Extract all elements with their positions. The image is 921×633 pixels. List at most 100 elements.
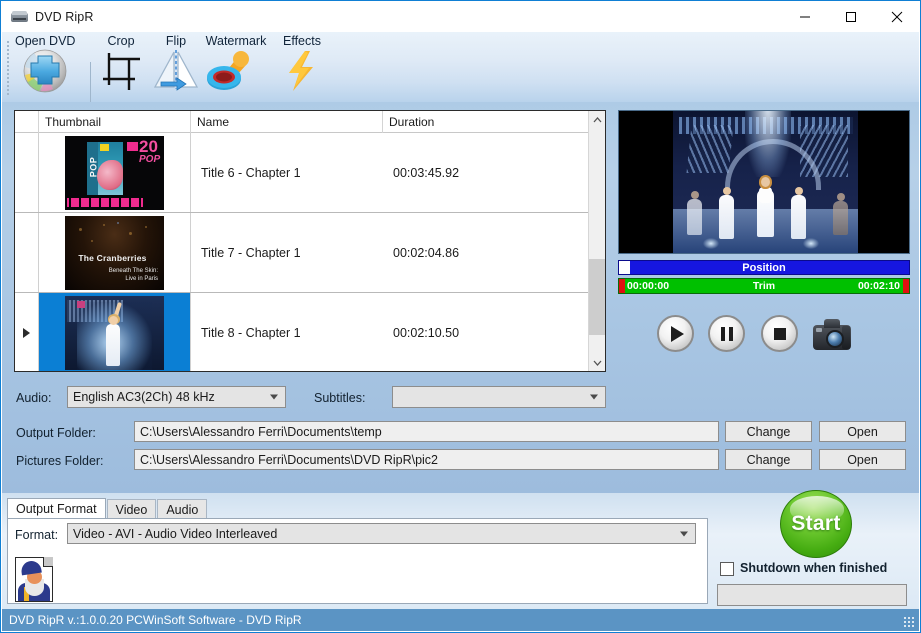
thumbnail-stage-singer bbox=[65, 295, 164, 370]
scrollbar-thumb[interactable] bbox=[589, 259, 605, 335]
row-thumbnail bbox=[39, 293, 191, 371]
row-duration: 00:03:45.92 bbox=[393, 165, 460, 180]
pictures-open-button[interactable]: Open bbox=[819, 449, 906, 470]
position-label: Position bbox=[742, 261, 786, 274]
output-folder-label: Output Folder: bbox=[16, 426, 96, 440]
toolbar-crop-label: Crop bbox=[107, 34, 135, 48]
maximize-button[interactable] bbox=[828, 1, 874, 32]
thumbnail-mtv-20-pop: 20 POP 20 POP bbox=[65, 135, 164, 210]
tab-video[interactable]: Video bbox=[106, 499, 157, 519]
toolbar-flip[interactable]: Flip bbox=[151, 34, 201, 98]
tab-audio[interactable]: Audio bbox=[157, 499, 208, 519]
thumb-mtv-pop-text: POP bbox=[139, 153, 161, 165]
row-thumbnail: 20 POP 20 POP bbox=[39, 133, 191, 212]
dvd-plus-icon bbox=[19, 49, 71, 98]
window-controls bbox=[782, 1, 920, 32]
format-label: Format: bbox=[15, 528, 59, 542]
scroll-down-icon[interactable] bbox=[589, 354, 605, 371]
pause-button[interactable] bbox=[708, 315, 745, 352]
shutdown-checkbox[interactable] bbox=[720, 562, 734, 576]
trim-end-time: 00:02:10 bbox=[857, 280, 900, 292]
chevron-down-icon bbox=[680, 531, 688, 536]
camera-icon bbox=[826, 330, 844, 348]
row-duration: 00:02:10.50 bbox=[393, 325, 460, 340]
column-header-indicator[interactable] bbox=[15, 111, 39, 133]
pictures-folder-value: C:\Users\Alessandro Ferri\Documents\DVD … bbox=[140, 452, 439, 467]
title-list[interactable]: Thumbnail Name Duration 20 POP 20 bbox=[14, 110, 606, 372]
row-indicator bbox=[15, 133, 39, 212]
subtitles-select[interactable] bbox=[392, 386, 606, 408]
start-button[interactable]: Start bbox=[780, 490, 852, 558]
start-button-label: Start bbox=[791, 512, 841, 535]
column-header-thumbnail[interactable]: Thumbnail bbox=[39, 111, 191, 133]
current-row-arrow-icon bbox=[23, 327, 30, 338]
tab-output-format[interactable]: Output Format bbox=[7, 498, 106, 519]
table-row[interactable]: 20 POP 20 POP Title 6 - Chapter 1 bbox=[15, 133, 605, 213]
table-row[interactable]: Title 8 - Chapter 1 00:02:10.50 bbox=[15, 293, 605, 371]
toolbar-open-dvd[interactable]: Open DVD bbox=[15, 34, 75, 98]
video-preview[interactable] bbox=[618, 110, 910, 254]
list-vertical-scrollbar[interactable] bbox=[588, 111, 605, 371]
scroll-up-icon[interactable] bbox=[589, 111, 605, 128]
pause-icon bbox=[720, 326, 733, 341]
audio-label: Audio: bbox=[16, 391, 52, 405]
chevron-down-icon bbox=[590, 394, 598, 400]
format-select-value: Video - AVI - Audio Video Interleaved bbox=[73, 526, 278, 541]
output-open-button[interactable]: Open bbox=[819, 421, 906, 442]
toolbar-crop[interactable]: Crop bbox=[99, 34, 143, 98]
output-folder-value: C:\Users\Alessandro Ferri\Documents\temp bbox=[140, 424, 382, 439]
row-thumbnail: The Cranberries Beneath The Skin: Live i… bbox=[39, 213, 191, 292]
output-tabs: Output Format Video Audio bbox=[7, 498, 208, 519]
position-slider-knob[interactable] bbox=[619, 261, 630, 274]
row-name: Title 6 - Chapter 1 bbox=[201, 165, 301, 180]
dvd-ripr-window: DVD RipR Open DVD Crop Flip Watermark Ef… bbox=[0, 0, 921, 633]
row-name: Title 7 - Chapter 1 bbox=[201, 245, 301, 260]
close-button[interactable] bbox=[874, 1, 920, 32]
thumb-cranberries-sub1: Beneath The Skin: bbox=[108, 267, 158, 274]
stop-icon bbox=[773, 327, 786, 340]
toolbar-effects[interactable]: Effects bbox=[279, 34, 325, 98]
stamp-icon bbox=[201, 49, 271, 98]
output-change-button[interactable]: Change bbox=[725, 421, 812, 442]
stop-button[interactable] bbox=[761, 315, 798, 352]
flip-icon bbox=[151, 49, 201, 98]
position-slider[interactable]: Position bbox=[618, 260, 910, 275]
pictures-change-button[interactable]: Change bbox=[725, 449, 812, 470]
dvd-drive-icon bbox=[11, 10, 28, 24]
subtitles-label: Subtitles: bbox=[314, 391, 366, 405]
thumbnail-cranberries: The Cranberries Beneath The Skin: Live i… bbox=[65, 215, 164, 290]
minimize-button[interactable] bbox=[782, 1, 828, 32]
play-button[interactable] bbox=[657, 315, 694, 352]
thumb-cover-pop-text: POP bbox=[88, 156, 99, 177]
play-icon bbox=[671, 325, 684, 342]
lightning-bolt-icon bbox=[279, 49, 325, 98]
pictures-folder-input[interactable]: C:\Users\Alessandro Ferri\Documents\DVD … bbox=[134, 449, 719, 470]
trim-slider[interactable]: 00:00:00 Trim 00:02:10 bbox=[618, 278, 910, 294]
thumb-cranberries-title: The Cranberries bbox=[78, 252, 147, 263]
column-header-name[interactable]: Name bbox=[191, 111, 383, 133]
toolbar-watermark[interactable]: Watermark bbox=[201, 34, 271, 98]
row-duration: 00:02:04.86 bbox=[393, 245, 460, 260]
toolbar-grip[interactable] bbox=[6, 40, 10, 96]
title-bar: DVD RipR bbox=[1, 1, 920, 32]
toolbar-watermark-label: Watermark bbox=[205, 34, 267, 48]
row-indicator bbox=[15, 293, 39, 371]
window-title: DVD RipR bbox=[35, 9, 94, 24]
audio-select[interactable]: English AC3(2Ch) 48 kHz bbox=[67, 386, 286, 408]
output-folder-input[interactable]: C:\Users\Alessandro Ferri\Documents\temp bbox=[134, 421, 719, 442]
toolbar-separator bbox=[90, 62, 91, 104]
format-select[interactable]: Video - AVI - Audio Video Interleaved bbox=[67, 523, 696, 544]
column-header-duration[interactable]: Duration bbox=[383, 111, 588, 133]
status-bar-text: DVD RipR v.:1.0.0.20 PCWinSoft Software … bbox=[9, 613, 302, 627]
row-name: Title 8 - Chapter 1 bbox=[201, 325, 301, 340]
wizard-icon[interactable] bbox=[15, 557, 53, 602]
snapshot-button[interactable] bbox=[813, 318, 851, 350]
video-frame bbox=[673, 111, 858, 253]
toolbar-effects-label: Effects bbox=[283, 34, 321, 48]
table-row[interactable]: The Cranberries Beneath The Skin: Live i… bbox=[15, 213, 605, 293]
chevron-down-icon bbox=[270, 394, 278, 400]
crop-icon bbox=[99, 49, 143, 98]
toolbar-open-dvd-label: Open DVD bbox=[15, 34, 76, 48]
resize-grip-icon[interactable] bbox=[903, 616, 916, 629]
progress-bar bbox=[717, 584, 907, 606]
